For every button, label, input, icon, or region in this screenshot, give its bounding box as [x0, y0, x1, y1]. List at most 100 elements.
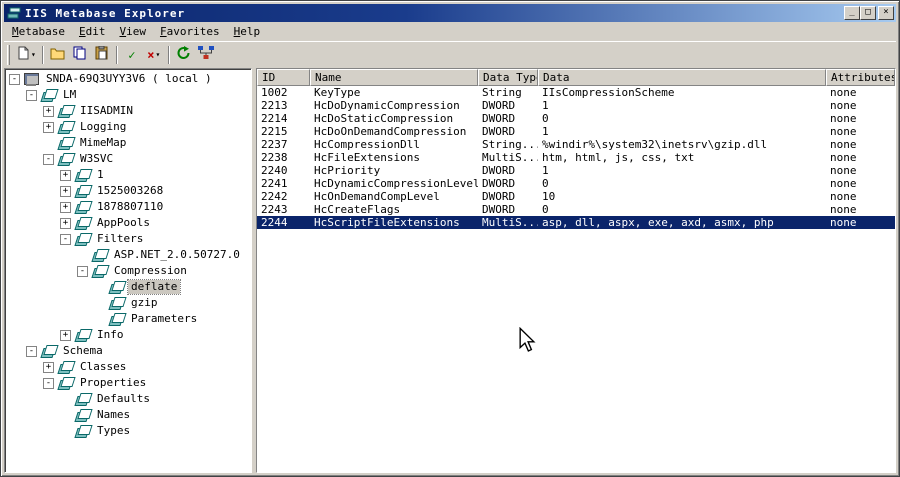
minimize-button[interactable]: _	[844, 6, 860, 20]
refresh-icon	[176, 45, 191, 64]
table-row[interactable]: 2243 HcCreateFlags DWORD 0 none	[257, 203, 895, 216]
tree-item[interactable]: Names	[7, 407, 251, 423]
tree-item[interactable]: +1	[7, 167, 251, 183]
metabase-node-icon	[57, 361, 74, 374]
column-header-name[interactable]: Name	[310, 69, 478, 86]
menu-metabase[interactable]: Metabase	[5, 23, 72, 40]
tree-item[interactable]: - Compression	[7, 263, 251, 279]
apply-button[interactable]: ✓	[121, 44, 143, 66]
expand-toggle-icon[interactable]: +	[60, 185, 71, 197]
tree-item-label: Defaults	[97, 392, 150, 405]
table-row[interactable]: 2241 HcDynamicCompressionLevel DWORD 0 none	[257, 177, 895, 190]
expand-toggle-icon[interactable]: +	[43, 121, 54, 133]
tree-item[interactable]: Parameters	[7, 311, 251, 327]
toolbar: ▾ ✓ × ▾	[4, 41, 896, 68]
expand-toggle-icon[interactable]: +	[60, 169, 71, 181]
tree-item-label: Filters	[97, 232, 144, 245]
cell-data: 1	[542, 99, 549, 112]
tree-item[interactable]: + Logging	[7, 119, 251, 135]
expand-toggle-icon[interactable]: +	[43, 361, 54, 373]
expand-toggle-icon[interactable]: +	[43, 105, 54, 117]
column-header-datatype[interactable]: Data Type	[478, 69, 538, 86]
tree-item[interactable]: ASP.NET_2.0.50727.0	[7, 247, 251, 263]
tree-item[interactable]: - Properties	[7, 375, 251, 391]
table-row[interactable]: 2242 HcOnDemandCompLevel DWORD 10 none	[257, 190, 895, 203]
tree-item-label: IISADMIN	[80, 104, 133, 117]
metabase-node-icon	[74, 393, 91, 406]
tree-item[interactable]: - Schema	[7, 343, 251, 359]
tree-item[interactable]: - LM	[7, 87, 251, 103]
connect-icon	[197, 45, 214, 64]
tree-item[interactable]: + Classes	[7, 359, 251, 375]
maximize-button[interactable]: □	[860, 6, 876, 20]
expand-toggle-icon[interactable]: -	[77, 265, 88, 277]
new-item-button[interactable]: ▾	[14, 44, 39, 66]
menu-view[interactable]: View	[112, 23, 153, 40]
tree-item[interactable]: Types	[7, 423, 251, 439]
menu-help[interactable]: Help	[227, 23, 268, 40]
tree-item-label: Names	[97, 408, 131, 421]
expand-toggle-icon[interactable]: +	[60, 201, 71, 213]
connect-button[interactable]	[195, 44, 217, 66]
tree-item[interactable]: MimeMap	[7, 135, 251, 151]
table-row[interactable]: 1002 KeyType String IIsCompressionScheme non…	[257, 86, 895, 99]
tree-item[interactable]: - SNDA-69Q3UYY3V6 ( local )	[7, 71, 251, 87]
title-bar[interactable]: IIS Metabase Explorer _ □ ×	[4, 4, 896, 22]
tree-item[interactable]: - Filters	[7, 231, 251, 247]
column-header-attributes[interactable]: Attributes	[826, 69, 895, 86]
open-button[interactable]	[47, 44, 69, 66]
tree-item-label: W3SVC	[80, 152, 114, 165]
expand-toggle-icon[interactable]: +	[60, 329, 71, 341]
cell-name: HcDoOnDemandCompression	[314, 125, 467, 138]
metabase-node-icon	[91, 249, 108, 262]
toolbar-separator	[167, 45, 170, 64]
tree-item-label: MimeMap	[80, 136, 127, 149]
tree-item[interactable]: gzip	[7, 295, 251, 311]
tree-item-label: Logging	[80, 120, 127, 133]
cell-name: HcCreateFlags	[314, 203, 401, 216]
paste-button[interactable]	[91, 44, 113, 66]
table-row-selected[interactable]: 2244 HcScriptFileExtensions MultiS... asp, …	[257, 216, 895, 229]
expand-toggle-icon[interactable]: -	[26, 89, 37, 101]
close-button[interactable]: ×	[878, 6, 894, 20]
menu-edit[interactable]: Edit	[72, 23, 113, 40]
cancel-button[interactable]: × ▾	[143, 44, 165, 66]
table-row[interactable]: 2214 HcDoStaticCompression DWORD 0 none	[257, 112, 895, 125]
expand-toggle-icon[interactable]: -	[43, 153, 54, 165]
expand-toggle-icon	[94, 298, 105, 309]
tree-item-label: Info	[97, 328, 124, 341]
table-row[interactable]: 2238 HcFileExtensions MultiS... htm, html, …	[257, 151, 895, 164]
metabase-node-icon	[74, 409, 91, 422]
column-header-data[interactable]: Data	[538, 69, 826, 86]
table-row[interactable]: 2215 HcDoOnDemandCompression DWORD 1 none	[257, 125, 895, 138]
expand-toggle-icon[interactable]: -	[60, 233, 71, 245]
cell-attributes: none	[830, 190, 857, 203]
tree-item[interactable]: deflate	[7, 279, 251, 295]
tree-item[interactable]: + AppPools	[7, 215, 251, 231]
dropdown-arrow-icon: ▾	[31, 50, 36, 59]
table-row[interactable]: 2237 HcCompressionDll String... %windir%\sy…	[257, 138, 895, 151]
toolbar-grip[interactable]	[7, 44, 10, 65]
table-row[interactable]: 2213 HcDoDynamicCompression DWORD 1 none	[257, 99, 895, 112]
tree-item[interactable]: - W3SVC	[7, 151, 251, 167]
menu-favorites[interactable]: Favorites	[153, 23, 227, 40]
expand-toggle-icon[interactable]: -	[9, 73, 20, 85]
paste-icon	[95, 45, 108, 64]
expand-toggle-icon[interactable]: -	[26, 345, 37, 357]
tree-item-label: SNDA-69Q3UYY3V6 ( local )	[46, 72, 212, 85]
copy-button[interactable]	[69, 44, 91, 66]
refresh-button[interactable]	[173, 44, 195, 66]
properties-list: ID Name Data Type Data Attributes 1002 Ke…	[256, 68, 896, 473]
column-header-id[interactable]: ID	[257, 69, 310, 86]
cell-id: 2237	[261, 138, 288, 151]
expand-toggle-icon[interactable]: -	[43, 377, 54, 389]
tree-item[interactable]: +1878807110	[7, 199, 251, 215]
metabase-tree: - SNDA-69Q3UYY3V6 ( local ) - LM + IISADMIN…	[4, 68, 252, 473]
tree-item[interactable]: Defaults	[7, 391, 251, 407]
cell-name: HcPriority	[314, 164, 381, 177]
table-row[interactable]: 2240 HcPriority DWORD 1 none	[257, 164, 895, 177]
tree-item[interactable]: +1525003268	[7, 183, 251, 199]
tree-item[interactable]: + Info	[7, 327, 251, 343]
tree-item[interactable]: + IISADMIN	[7, 103, 251, 119]
expand-toggle-icon[interactable]: +	[60, 217, 71, 229]
